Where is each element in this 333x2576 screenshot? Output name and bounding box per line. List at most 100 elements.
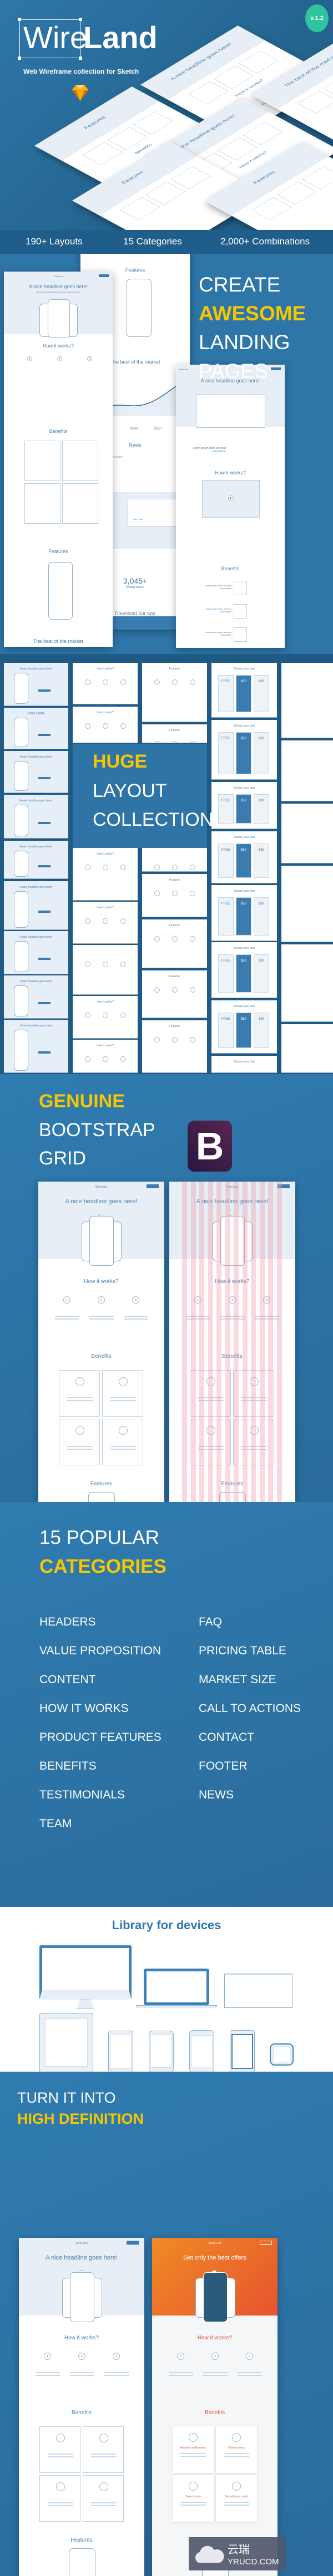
layout-collection-section: A nice headline goes here! GOES HERE! A ni… (0, 654, 333, 1074)
layout-thumbnail (281, 866, 333, 942)
step-number: 3 (246, 2353, 253, 2360)
mini-button (38, 733, 51, 736)
mini-button (38, 958, 51, 960)
thumbnail-title: Choose your plan (233, 667, 255, 671)
grid-column-overlay (190, 1182, 196, 1502)
play-icon[interactable]: ▶ (228, 495, 234, 501)
pricing-column: $50 (236, 675, 251, 712)
step-icon (190, 741, 195, 743)
text-placeholder (203, 2375, 228, 2376)
heading-line: CREATE (199, 273, 281, 296)
thumbnail-title: A nice headline goes here! (19, 799, 53, 803)
phone-wireframe (14, 673, 28, 704)
text-placeholder (48, 2454, 73, 2455)
testimonial-name: John Doe (133, 518, 143, 520)
thumbnail-title: How it works? (96, 1044, 114, 1047)
layout-thumbnail: Features (142, 874, 207, 917)
laptop-icon (144, 1969, 209, 2005)
image-icon (119, 1426, 128, 1435)
heading-line: LANDING (199, 331, 290, 354)
mini-logo: WireLand (75, 2242, 88, 2245)
benefits-title: Benefits (49, 428, 68, 434)
step-icon (85, 918, 90, 924)
pricing-column: $99 (254, 844, 269, 878)
grid-column-overlay (225, 1182, 230, 1502)
heading-line-accent: HUGE (93, 751, 148, 772)
image-icon (56, 2482, 65, 2491)
text-placeholder (48, 2456, 73, 2457)
thumbnail-title: A nice headline goes here! (19, 667, 53, 671)
heading-line: BOOTSTRAP (39, 1120, 155, 1141)
wireframe-element (145, 181, 185, 205)
step-icon (154, 1037, 160, 1042)
grid-column-overlay (216, 1182, 221, 1502)
layout-thumbnail: How it works? (73, 996, 138, 1039)
categories-section: 15 POPULAR CATEGORIES HEADERS VALUE PROPO… (0, 1502, 333, 1907)
category-item: FAQ (199, 1616, 223, 1628)
layout-thumbnail: Choose your plan FREE $50 $99 (211, 720, 277, 780)
headline: A nice headline goes here! (65, 1198, 138, 1205)
desktop-monitor-icon (39, 1945, 132, 2000)
wireframe-element (120, 197, 160, 221)
thumbnail-title: Choose your plan (233, 947, 255, 950)
logo-wire: Wire (23, 20, 88, 55)
step-icon (103, 679, 108, 685)
step-icon (190, 987, 195, 993)
mini-button (38, 911, 51, 913)
thumbnail-title: Features (169, 975, 180, 978)
wireframe-element (170, 166, 211, 190)
layout-thumbnail: A nice headline goes here! (4, 881, 68, 930)
pricing-column: FREE (218, 794, 234, 824)
grid-column-overlay (259, 1182, 265, 1502)
step-icon (172, 679, 178, 685)
text-placeholder (224, 2456, 249, 2457)
text-placeholder (180, 2453, 206, 2454)
category-item: CALL TO ACTIONS (199, 1702, 301, 1715)
grid-column-overlay (276, 1182, 282, 1502)
market-title: The best of the market (33, 638, 84, 644)
text-placeholder (186, 1316, 210, 1317)
pricing-column: $99 (254, 794, 269, 824)
layout-thumbnail: How it works? (73, 663, 138, 704)
mini-logo: WireLand (179, 368, 189, 371)
layout-thumbnail (281, 740, 333, 801)
heading-line: 15 POPULAR (39, 1527, 159, 1548)
pricing-column: $50 (236, 897, 251, 936)
stat-combinations: 2,000+ Combinations (220, 236, 310, 247)
watermark-cn: 云瑞 (228, 2543, 250, 2556)
step-number: 2 (78, 2353, 85, 2360)
headline: A nice headline goes here! (46, 2255, 118, 2261)
image-icon (189, 2433, 198, 2442)
step-icon (85, 962, 90, 967)
text-placeholder (48, 2502, 73, 2503)
mockup-left-page: WireLand A nice headline goes here! Here… (4, 272, 113, 647)
layout-thumbnail: How it works? (73, 902, 138, 944)
layout-thumbnail: Features (142, 663, 207, 722)
thumbnail-title: A nice headline goes here! (19, 755, 53, 759)
text-placeholder (220, 1316, 245, 1317)
benefit-card-title: Follow stores (228, 2446, 245, 2450)
step-icon (120, 1056, 126, 1062)
layout-thumbnail: Choose your plan FREE $50 $99 (211, 782, 277, 829)
heading-line: TURN IT INTO (17, 2089, 116, 2106)
pricing-column: $50 (236, 954, 251, 993)
layout-thumbnail (73, 945, 138, 995)
category-item: MARKET SIZE (199, 1673, 276, 1686)
mini-button (38, 1002, 51, 1004)
benefit-card (83, 2426, 124, 2473)
how-title: How it works? (214, 470, 246, 476)
text-placeholder (238, 2372, 262, 2373)
step-icon (190, 936, 195, 942)
news-source: Mashable (111, 456, 123, 459)
text-placeholder (169, 2372, 193, 2373)
thumbnail-title: A nice headline goes here! (19, 886, 53, 889)
wireframe-element (188, 81, 229, 105)
pricing-column: FREE (218, 732, 234, 774)
text-placeholder (91, 2505, 117, 2506)
step-icon (154, 679, 160, 685)
step-icon (120, 865, 126, 870)
text-placeholder (36, 2375, 60, 2376)
sketch-diamond-icon (72, 85, 88, 101)
step-icon (172, 936, 178, 942)
step-number: 1 (177, 2353, 184, 2360)
